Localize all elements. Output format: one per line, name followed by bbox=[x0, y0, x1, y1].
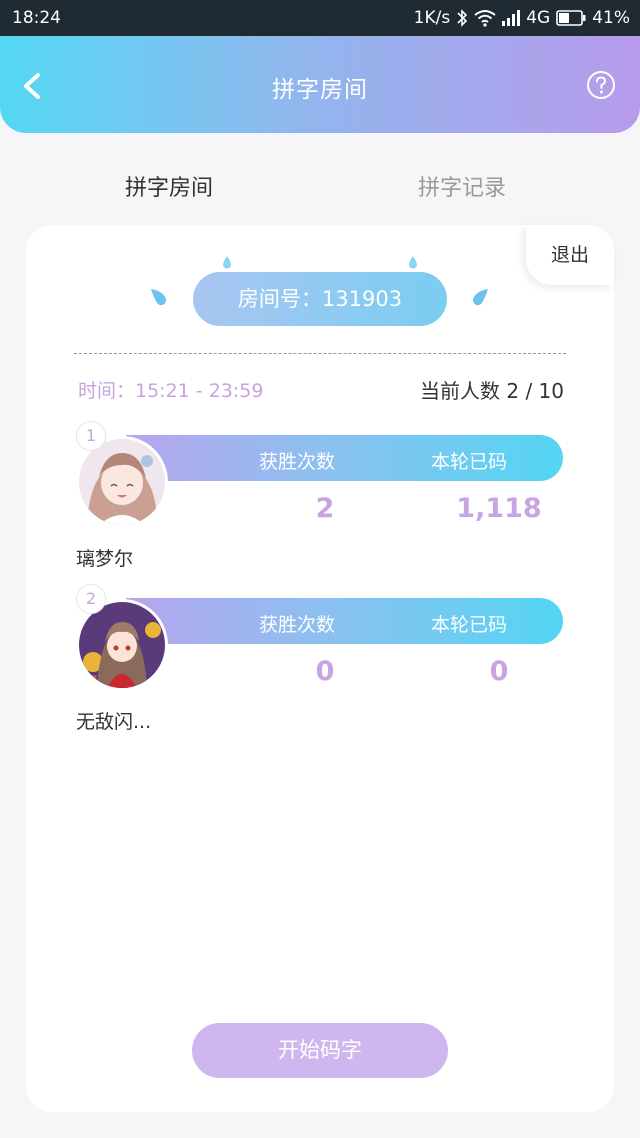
status-indicators: 1K/s 4G 41% bbox=[414, 8, 630, 28]
wins-value: 0 bbox=[315, 656, 335, 687]
water-drop-icon bbox=[409, 256, 417, 269]
help-button[interactable] bbox=[586, 70, 616, 100]
typed-label: 本轮已码 bbox=[431, 451, 508, 473]
battery-icon bbox=[556, 10, 586, 26]
rank-badge: 1 bbox=[76, 421, 106, 451]
rank-badge: 2 bbox=[76, 584, 106, 614]
page: 18:24 1K/s 4G 41% 拼字房间 拼字房间 拼字记录 退出 房间号：… bbox=[0, 0, 640, 1138]
network-type: 4G bbox=[526, 8, 551, 28]
water-drop-icon bbox=[472, 289, 488, 306]
tab-records[interactable]: 拼字记录 bbox=[418, 170, 506, 202]
player-count: 当前人数 2 / 10 bbox=[420, 379, 564, 403]
stat-bar: 获胜次数 本轮已码 bbox=[126, 598, 563, 644]
status-time: 18:24 bbox=[12, 8, 61, 28]
bluetooth-icon bbox=[456, 8, 468, 28]
wins-label: 获胜次数 bbox=[259, 451, 336, 473]
status-bar: 18:24 1K/s 4G 41% bbox=[0, 0, 640, 36]
divider bbox=[74, 353, 566, 354]
exit-button[interactable]: 退出 bbox=[526, 225, 614, 285]
start-typing-button[interactable]: 开始码字 bbox=[192, 1023, 448, 1078]
app-header: 拼字房间 bbox=[0, 36, 640, 133]
room-card: 退出 房间号：131903 时间：15:21 - 23:59 当前人数 2 / … bbox=[26, 225, 614, 1112]
net-speed: 1K/s bbox=[413, 8, 451, 28]
player-name: 无敌闪... bbox=[76, 711, 152, 733]
water-drop-icon bbox=[151, 289, 167, 306]
wins-value: 2 bbox=[315, 493, 335, 524]
wifi-icon bbox=[474, 9, 496, 27]
room-time: 时间：15:21 - 23:59 bbox=[78, 380, 264, 402]
typed-value: 0 bbox=[489, 656, 509, 687]
page-title: 拼字房间 bbox=[272, 77, 368, 103]
room-number-badge: 房间号：131903 bbox=[193, 272, 447, 326]
player-row: 获胜次数 本轮已码 1 2 1,118 璃梦尔 bbox=[76, 421, 566, 581]
typed-value: 1,118 bbox=[456, 493, 542, 524]
player-row: 获胜次数 本轮已码 2 0 0 无敌闪... bbox=[76, 584, 566, 744]
battery-percent: 41% bbox=[592, 8, 630, 28]
typed-label: 本轮已码 bbox=[431, 614, 508, 636]
tab-room[interactable]: 拼字房间 bbox=[125, 170, 213, 202]
stat-bar: 获胜次数 本轮已码 bbox=[126, 435, 563, 481]
player-name: 璃梦尔 bbox=[76, 548, 134, 570]
wins-label: 获胜次数 bbox=[259, 614, 336, 636]
question-circle-icon bbox=[587, 71, 615, 99]
water-drop-icon bbox=[223, 256, 231, 269]
signal-icon bbox=[502, 10, 521, 26]
tab-bar: 拼字房间 拼字记录 bbox=[0, 160, 640, 210]
